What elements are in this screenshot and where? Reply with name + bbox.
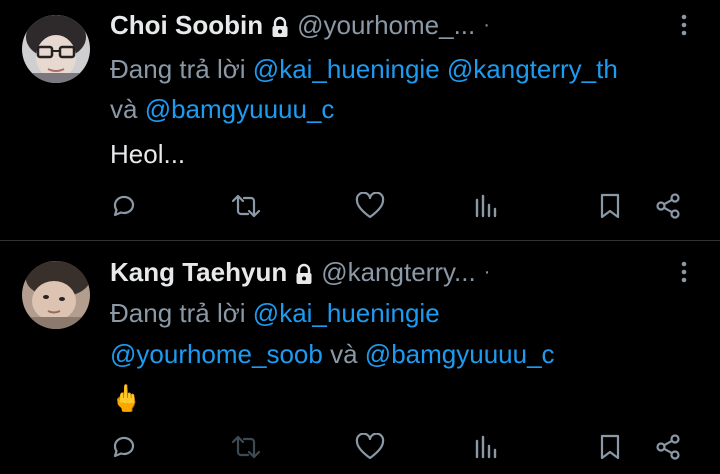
reply-button[interactable] <box>104 186 144 226</box>
mention-link[interactable]: @kai_hueningie <box>253 54 440 84</box>
bookmark-button[interactable] <box>590 427 630 467</box>
replying-to-label: Đang trả lời <box>110 298 246 328</box>
like-button[interactable] <box>350 427 390 467</box>
tweet-header: Choi Soobin @yourhome_... · <box>110 10 490 40</box>
more-options-icon[interactable] <box>676 13 692 37</box>
more-options-icon[interactable] <box>676 260 692 284</box>
avatar[interactable] <box>22 15 90 83</box>
separator-dot: · <box>483 261 491 283</box>
mention-link[interactable]: @bamgyuuuu_c <box>365 339 555 369</box>
views-icon <box>472 433 500 461</box>
reply-icon <box>110 192 138 220</box>
tweet-header: Kang Taehyun @kangterry... · <box>110 257 490 287</box>
like-button[interactable] <box>350 186 390 226</box>
separator-dot: · <box>483 14 490 36</box>
retweet-button[interactable] <box>226 427 266 467</box>
views-icon <box>472 192 500 220</box>
tweet[interactable]: Choi Soobin @yourhome_... · Đang trả lời… <box>0 0 720 240</box>
mention-link[interactable]: @kai_hueningie <box>253 298 440 328</box>
bookmark-button[interactable] <box>590 186 630 226</box>
display-name[interactable]: Choi Soobin <box>110 10 263 40</box>
reply-button[interactable] <box>104 427 144 467</box>
share-button[interactable] <box>648 186 688 226</box>
replying-to-continued: và @bamgyuuuu_c <box>110 89 700 129</box>
views-button[interactable] <box>466 186 506 226</box>
share-button[interactable] <box>648 427 688 467</box>
tweet-actions <box>0 427 720 467</box>
tweet-actions <box>0 186 720 226</box>
lock-icon <box>271 14 289 37</box>
mention-link[interactable]: @kangterry_th <box>447 54 618 84</box>
replying-to-continued: @yourhome_soob và @bamgyuuuu_c <box>110 334 700 374</box>
bookmark-icon <box>598 433 622 461</box>
mention-link[interactable]: @yourhome_soob <box>110 339 323 369</box>
retweet-button[interactable] <box>226 186 266 226</box>
tweet-text: Heol... <box>110 139 186 169</box>
bookmark-icon <box>598 192 622 220</box>
replying-to: Đang trả lời @kai_hueningie @kangterry_t… <box>110 49 700 89</box>
replying-to-label: Đang trả lời <box>110 54 246 84</box>
display-name[interactable]: Kang Taehyun <box>110 257 287 287</box>
avatar[interactable] <box>22 261 90 329</box>
retweet-icon <box>230 433 262 461</box>
retweet-icon <box>230 192 262 220</box>
share-icon <box>654 433 682 461</box>
like-icon <box>355 433 385 461</box>
like-icon <box>355 192 385 220</box>
tweet[interactable]: Kang Taehyun @kangterry... · Đang trả lờ… <box>0 241 720 474</box>
tweet-text: 🖕 <box>110 383 143 413</box>
views-button[interactable] <box>466 427 506 467</box>
lock-icon <box>295 261 313 284</box>
mention-link[interactable]: @bamgyuuuu_c <box>145 94 335 124</box>
replying-to: Đang trả lời @kai_hueningie <box>110 293 700 333</box>
replying-to-joiner: và <box>110 94 138 124</box>
handle[interactable]: @kangterry... <box>321 257 476 287</box>
replying-to-joiner: và <box>330 339 358 369</box>
handle[interactable]: @yourhome_... <box>297 10 475 40</box>
share-icon <box>654 192 682 220</box>
reply-icon <box>110 433 138 461</box>
